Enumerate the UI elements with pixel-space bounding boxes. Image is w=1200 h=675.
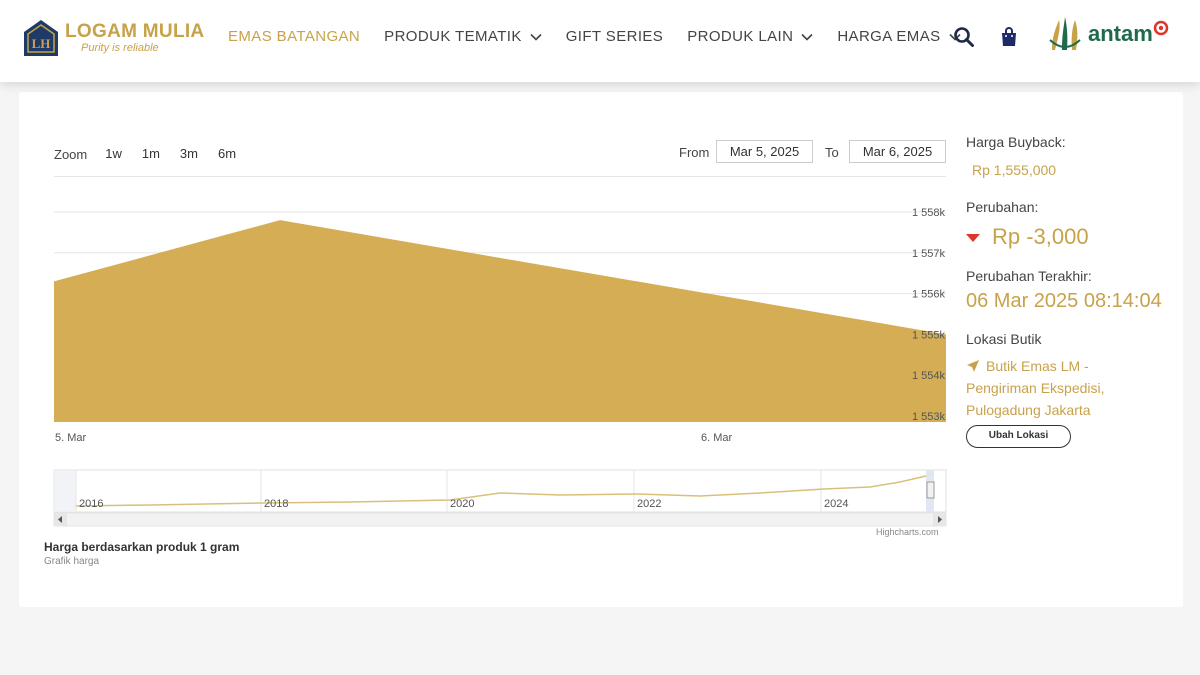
change-value: Rp -3,000: [992, 224, 1089, 249]
search-icon[interactable]: [953, 26, 975, 48]
nav-item-3[interactable]: PRODUK LAIN: [687, 28, 813, 45]
last-change-label: Perubahan Terakhir:: [966, 268, 1092, 284]
change-value-row: Rp -3,000: [966, 224, 1089, 250]
nav-item-2[interactable]: GIFT SERIES: [566, 28, 663, 45]
nav-item-label: PRODUK TEMATIK: [384, 28, 522, 45]
nav-item-1[interactable]: PRODUK TEMATIK: [384, 28, 542, 45]
down-arrow-icon: [966, 234, 980, 242]
site-header: LH LOGAM MULIA Purity is reliable EMAS B…: [0, 0, 1200, 82]
nav-item-label: HARGA EMAS: [837, 28, 941, 45]
navigator-year-label: 2018: [264, 498, 288, 510]
logam-mulia-logo[interactable]: LH LOGAM MULIA Purity is reliable: [22, 18, 204, 58]
navigator-handle[interactable]: [926, 481, 935, 499]
change-location-button[interactable]: Ubah Lokasi: [966, 425, 1071, 448]
antam-logo[interactable]: antam: [1046, 14, 1169, 54]
location-arrow-icon: [967, 360, 979, 372]
shopping-bag-icon[interactable]: [998, 26, 1020, 48]
chevron-down-icon: [530, 33, 542, 41]
nav-item-label: GIFT SERIES: [565, 28, 664, 45]
nav-item-4[interactable]: HARGA EMAS: [837, 28, 961, 45]
chart-navigator[interactable]: 2016 2018 2020 2022 2024: [53, 469, 947, 513]
highcharts-credits[interactable]: Highcharts.com: [876, 527, 939, 537]
logo-title: LOGAM MULIA: [65, 21, 205, 42]
y-tick-label: 1 557k: [912, 248, 946, 260]
y-tick-label: 1 554k: [912, 370, 946, 382]
y-tick-label: 1 556k: [912, 289, 946, 301]
antam-leaf-icon: [1049, 17, 1081, 50]
location-label: Lokasi Butik: [966, 331, 1042, 347]
logo-tagline: Purity is reliable: [81, 42, 159, 54]
nav-item-label: PRODUK LAIN: [687, 28, 794, 45]
chart-subcaption: Grafik harga: [44, 556, 100, 567]
location-value: Butik Emas LM - Pengiriman Ekspedisi, Pu…: [966, 355, 1156, 421]
logo-badge-icon: LH: [24, 20, 58, 56]
last-change-timestamp: 06 Mar 2025 08:14:04: [966, 290, 1162, 312]
x-axis-ticks: 5. Mar 6. Mar: [55, 432, 733, 444]
y-tick-label: 1 553k: [912, 411, 946, 423]
price-area-series[interactable]: [54, 220, 946, 422]
navigator-year-label: 2016: [79, 498, 103, 510]
y-tick-label: 1 555k: [912, 329, 946, 341]
main-nav: EMAS BATANGAN PRODUK TEMATIK GIFT SERIES PR…: [228, 28, 985, 45]
navigator-year-label: 2022: [637, 498, 661, 510]
logo-badge-text: LH: [32, 36, 51, 51]
location-text: Butik Emas LM - Pengiriman Ekspedisi, Pu…: [966, 358, 1105, 418]
x-tick-label: 5. Mar: [55, 432, 87, 444]
navigator-year-label: 2020: [450, 498, 474, 510]
nav-item-label: EMAS BATANGAN: [228, 28, 361, 45]
antam-wordmark: antam: [1088, 21, 1153, 46]
navigator-scrollbar[interactable]: [53, 512, 947, 527]
nav-item-0[interactable]: EMAS BATANGAN: [228, 28, 360, 45]
y-tick-label: 1 558k: [912, 207, 946, 219]
navigator-year-label: 2024: [824, 498, 848, 510]
chevron-down-icon: [801, 33, 813, 41]
change-label: Perubahan:: [966, 199, 1039, 215]
buyback-value: Rp 1,555,000: [972, 162, 1057, 178]
x-tick-label: 6. Mar: [701, 432, 733, 444]
buyback-label: Harga Buyback:: [966, 134, 1066, 150]
antam-circle-icon: [1153, 20, 1169, 36]
chart-caption: Harga berdasarkan produk 1 gram: [44, 540, 240, 554]
